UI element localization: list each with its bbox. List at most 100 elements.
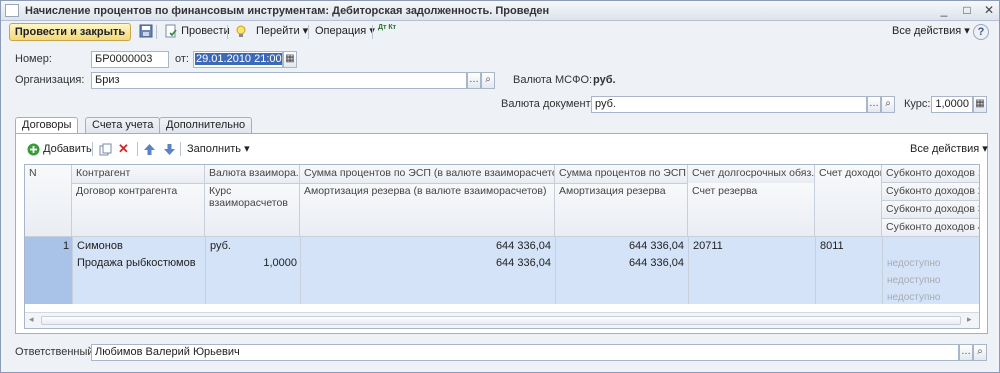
tab-accounts[interactable]: Счета учета	[85, 117, 161, 134]
grid-toolbar: Добавить ✕ Заполнить ▾ Все действия ▾	[16, 134, 988, 162]
close-button[interactable]: ✕	[981, 3, 997, 19]
minimize-button[interactable]: _	[936, 3, 952, 19]
search-icon[interactable]: ⌕	[973, 344, 987, 361]
cell-long-account[interactable]: 20711	[693, 240, 723, 252]
responsible-field[interactable]: Любимов Валерий Юрьевич	[91, 344, 959, 361]
number-field[interactable]: БР0000003	[91, 51, 169, 68]
col-sub1[interactable]: Субконто доходов 1	[882, 165, 979, 183]
cell-income-account[interactable]: 8011	[820, 240, 844, 252]
col-contract[interactable]: Договор контрагента	[72, 183, 205, 237]
col-rate[interactable]: Курс взаиморасчетов	[205, 183, 300, 237]
fill-label: Заполнить	[187, 143, 242, 155]
window-title: Начисление процентов по финансовым инстр…	[25, 5, 550, 17]
delete-icon[interactable]: ✕	[115, 140, 132, 159]
organization-label: Организация:	[15, 74, 85, 86]
chevron-down-icon: ▾	[961, 25, 970, 37]
responsible-label: Ответственный:	[15, 346, 97, 358]
select-ellipsis-icon[interactable]: …	[959, 344, 973, 361]
title-bar: Начисление процентов по финансовым инстр…	[1, 1, 999, 21]
col-interest-sum[interactable]: Сумма процентов по ЭСП (в валюте взаимор…	[300, 165, 555, 183]
scroll-right-icon[interactable]: ▸	[967, 314, 972, 325]
dt-kt-button[interactable]: Дт Кт	[375, 24, 399, 43]
chevron-down-icon: ▾	[299, 25, 309, 37]
fill-menu[interactable]: Заполнить ▾	[184, 140, 253, 159]
chevron-down-icon: ▾	[979, 143, 988, 155]
col-long-account[interactable]: Счет долгосрочных обяз...	[688, 165, 815, 183]
all-actions-menu[interactable]: Все действия ▾	[889, 22, 973, 41]
date-label: от:	[175, 53, 189, 65]
goto-label: Перейти	[256, 25, 300, 37]
main-toolbar: Провести и закрыть Провести Перейти ▾ Оп…	[1, 21, 999, 43]
date-value: 29.01.2010 21:00:00	[195, 53, 282, 65]
operation-label: Операция	[315, 25, 367, 37]
col-contractor[interactable]: Контрагент	[72, 165, 205, 183]
document-window: Начисление процентов по финансовым инстр…	[0, 0, 1000, 373]
doc-currency-label: Валюта документа:	[501, 98, 600, 110]
select-ellipsis-icon[interactable]: …	[467, 72, 481, 89]
all-actions-label: Все действия	[892, 25, 962, 37]
calculator-icon[interactable]: ▦	[973, 96, 987, 113]
move-down-icon[interactable]	[160, 140, 179, 159]
cell-amort-reserve[interactable]: 644 336,04	[560, 257, 684, 269]
tab-additional[interactable]: Дополнительно	[159, 117, 253, 134]
post-label: Провести	[181, 25, 230, 37]
cell-n: 1	[63, 240, 70, 252]
post-icon	[165, 24, 177, 38]
help-button[interactable]: ?	[973, 24, 989, 40]
document-icon	[5, 4, 19, 17]
lightbulb-icon[interactable]	[231, 22, 251, 41]
cell-contract[interactable]: Продажа рыбкостюмов	[77, 257, 196, 269]
organization-field[interactable]: Бриз	[91, 72, 467, 89]
date-field[interactable]: 29.01.2010 21:00:00	[193, 51, 283, 68]
scroll-thumb[interactable]	[41, 316, 961, 325]
maximize-button[interactable]: □	[959, 3, 975, 19]
cell-interest-sum[interactable]: 644 336,04	[305, 240, 551, 252]
search-icon[interactable]: ⌕	[481, 72, 495, 89]
number-label: Номер:	[15, 53, 52, 65]
copy-icon[interactable]	[96, 140, 115, 159]
col-n[interactable]: N	[25, 165, 72, 237]
goto-menu[interactable]: Перейти ▾	[253, 22, 311, 41]
col-amort-reserve[interactable]: Амортизация резерва	[555, 183, 688, 237]
cell-interest-esp[interactable]: 644 336,04	[560, 240, 684, 252]
cell-sub4: недоступно	[887, 292, 941, 303]
col-sub2[interactable]: Субконто доходов 2	[882, 183, 979, 201]
search-icon[interactable]: ⌕	[881, 96, 895, 113]
table-row[interactable]: 1 Симонов Продажа рыбкостюмов руб. 1,000…	[25, 237, 979, 304]
post-button[interactable]: Провести	[161, 22, 233, 41]
save-icon[interactable]	[136, 22, 156, 41]
grid-all-actions-menu[interactable]: Все действия ▾	[907, 140, 991, 159]
add-row-button[interactable]: Добавить	[24, 140, 95, 159]
doc-currency-field[interactable]: руб.	[591, 96, 867, 113]
rate-label: Курс:	[904, 98, 931, 110]
msfo-currency-label: Валюта МСФО:	[513, 74, 593, 86]
contracts-table[interactable]: N Контрагент Договор контрагента Валюта …	[24, 164, 980, 329]
col-income-account[interactable]: Счет доходов	[815, 165, 882, 237]
calendar-icon[interactable]: ▦	[283, 51, 297, 68]
col-sub3[interactable]: Субконто доходов 3	[882, 201, 979, 219]
chevron-down-icon: ▾	[241, 143, 250, 155]
rate-field[interactable]: 1,0000	[931, 96, 973, 113]
contracts-panel: Добавить ✕ Заполнить ▾ Все действия ▾ N …	[15, 133, 988, 334]
cell-contractor[interactable]: Симонов	[77, 240, 123, 252]
operation-menu[interactable]: Операция ▾	[312, 22, 378, 41]
col-interest-esp[interactable]: Сумма процентов по ЭСП	[555, 165, 688, 183]
cell-rate[interactable]: 1,0000	[210, 257, 297, 269]
add-label: Добавить	[43, 143, 92, 155]
col-sub4[interactable]: Субконто доходов 4	[882, 219, 979, 237]
cell-currency[interactable]: руб.	[210, 240, 231, 252]
msfo-currency-value: руб.	[593, 74, 616, 86]
horizontal-scrollbar[interactable]: ◂ ▸	[25, 312, 979, 328]
add-icon	[27, 143, 40, 156]
select-ellipsis-icon[interactable]: …	[867, 96, 881, 113]
col-currency[interactable]: Валюта взаимора...	[205, 165, 300, 183]
cell-sub3: недоступно	[887, 275, 941, 286]
scroll-left-icon[interactable]: ◂	[29, 314, 34, 325]
grid-all-actions-label: Все действия	[910, 143, 980, 155]
move-up-icon[interactable]	[140, 140, 159, 159]
col-amortization[interactable]: Амортизация резерва (в валюте взаиморасч…	[300, 183, 555, 237]
cell-amortization[interactable]: 644 336,04	[305, 257, 551, 269]
post-and-close-button[interactable]: Провести и закрыть	[9, 23, 131, 41]
col-reserve-account[interactable]: Счет резерва	[688, 183, 815, 237]
cell-sub2: недоступно	[887, 258, 941, 269]
